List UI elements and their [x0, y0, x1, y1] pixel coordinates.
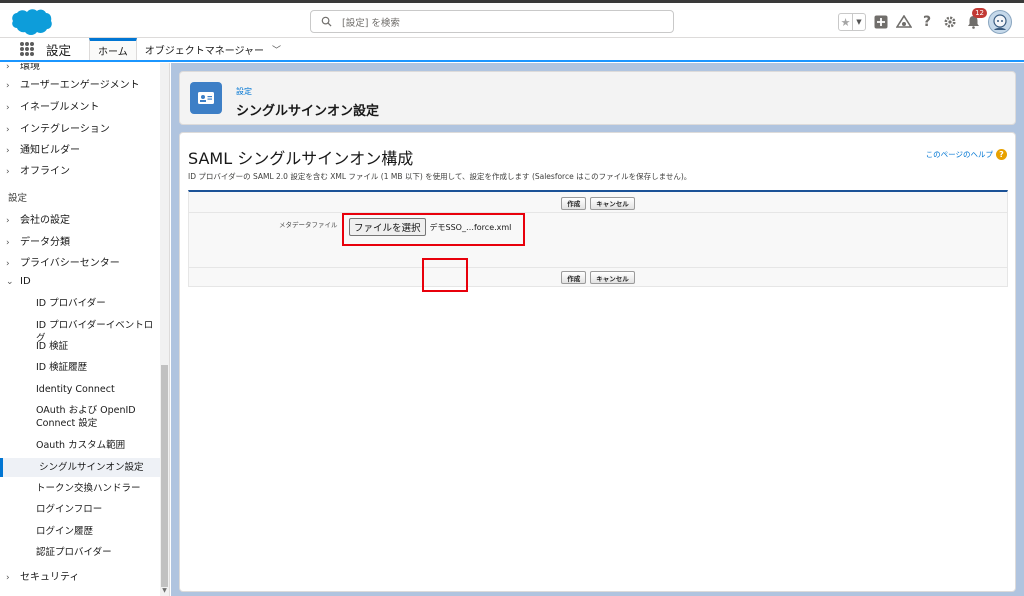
page-title: SAML シングルサインオン構成: [188, 149, 414, 168]
highlight-box-file-input: [342, 213, 525, 246]
top-button-row: 作成 キャンセル: [189, 194, 1007, 213]
cancel-button-bottom[interactable]: キャンセル: [590, 271, 635, 284]
star-icon[interactable]: ★: [839, 14, 852, 30]
main-content-area: 設定 シングルサインオン設定 SAML シングルサインオン構成 このページのヘル…: [171, 63, 1024, 596]
help-link[interactable]: このページのヘルプ ?: [926, 149, 1007, 160]
sidebar-item-auth-providers[interactable]: 認証プロバイダー: [36, 546, 160, 559]
chevron-right-icon: ›: [6, 81, 10, 91]
tab-object-manager[interactable]: オブジェクトマネージャー ﹀: [137, 42, 289, 57]
global-actions-icon[interactable]: [873, 14, 889, 30]
highlight-box-create-button: [422, 258, 468, 292]
app-launcher-icon[interactable]: [20, 42, 34, 56]
help-link-label: このページのヘルプ: [925, 150, 993, 159]
sidebar-item-token-exchange-handlers[interactable]: トークン交換ハンドラー: [36, 482, 160, 495]
search-placeholder: [設定] を検索: [342, 17, 400, 29]
sidebar-item-verification-history[interactable]: ID 検証履歴: [36, 361, 160, 374]
page-description: ID プロバイダーの SAML 2.0 設定を含む XML ファイル (1 MB…: [188, 172, 692, 181]
chevron-right-icon: ›: [6, 216, 10, 226]
sidebar-item-data-classification[interactable]: › データ分類: [0, 233, 160, 248]
page-header: 設定 シングルサインオン設定: [179, 71, 1016, 125]
chevron-right-icon: ›: [6, 259, 10, 269]
chevron-down-icon[interactable]: ﹀: [272, 43, 281, 56]
sidebar-item-user-engagement[interactable]: › ユーザーエンゲージメント: [0, 76, 160, 91]
favorites-button[interactable]: ★ ▼: [838, 13, 866, 31]
app-nav-bar: 設定 ホーム オブジェクトマネージャー ﹀: [0, 38, 1024, 62]
sidebar-item-identity-verification[interactable]: ID 検証: [36, 340, 160, 353]
create-button-bottom[interactable]: 作成: [561, 271, 587, 284]
search-icon: [321, 16, 332, 27]
chevron-right-icon: ›: [6, 63, 10, 72]
chevron-right-icon: ›: [6, 103, 10, 113]
identity-card-icon: [190, 82, 222, 114]
sidebar-item-environments[interactable]: › 環境: [0, 63, 160, 72]
bottom-button-row: 作成 キャンセル: [189, 267, 1007, 286]
page-header-title: シングルサインオン設定: [236, 104, 380, 119]
saml-config-panel: SAML シングルサインオン構成 このページのヘルプ ? ID プロバイダーの …: [179, 132, 1016, 592]
sidebar-item-offline[interactable]: › オフライン: [0, 162, 160, 177]
sidebar-item-privacy-center[interactable]: › プライバシーセンター: [0, 254, 160, 269]
sidebar-item-identity-provider[interactable]: ID プロバイダー: [36, 297, 160, 310]
sidebar-item-login-history[interactable]: ログイン履歴: [36, 525, 160, 538]
page-block: 作成 キャンセル メタデータファイル ファイルを選択 デモSSO_…force.…: [188, 190, 1008, 287]
help-icon: ?: [996, 149, 1007, 160]
chevron-right-icon: ›: [6, 238, 10, 248]
tab-home[interactable]: ホーム: [89, 38, 137, 60]
breadcrumb[interactable]: 設定: [236, 86, 252, 97]
sidebar-item-identity[interactable]: ⌄ ID: [0, 276, 160, 287]
chevron-down-icon[interactable]: ▼: [852, 14, 865, 30]
sidebar-item-security[interactable]: › セキュリティ: [0, 568, 160, 583]
gear-icon[interactable]: [942, 14, 958, 30]
sidebar-item-single-sign-on-settings[interactable]: シングルサインオン設定: [0, 458, 160, 477]
sidebar-item-integrations[interactable]: › インテグレーション: [0, 120, 160, 135]
sidebar-section-settings: 設定: [8, 193, 28, 204]
global-header: [設定] を検索 ★ ▼ ? 12: [0, 0, 1024, 38]
sidebar-item-login-flows[interactable]: ログインフロー: [36, 503, 160, 516]
notifications-bell-icon[interactable]: 12: [965, 8, 987, 30]
tab-object-manager-label: オブジェクトマネージャー: [144, 45, 265, 57]
user-avatar[interactable]: [988, 10, 1012, 34]
chevron-right-icon: ›: [6, 167, 10, 177]
chevron-right-icon: ›: [6, 573, 10, 583]
help-icon[interactable]: ?: [919, 14, 935, 30]
sidebar-item-oauth-custom-scopes[interactable]: Oauth カスタム範囲: [36, 439, 160, 452]
chevron-right-icon: ›: [6, 125, 10, 135]
salesforce-logo[interactable]: [10, 8, 52, 36]
create-button-top[interactable]: 作成: [561, 196, 587, 210]
sidebar-scrollbar-thumb[interactable]: [161, 365, 168, 587]
metadata-file-label: メタデータファイル: [279, 221, 338, 229]
cancel-button-top[interactable]: キャンセル: [590, 196, 635, 210]
chevron-right-icon: ›: [6, 146, 10, 156]
trailhead-icon[interactable]: [896, 14, 912, 30]
scroll-down-arrow-icon[interactable]: ▼: [161, 587, 168, 594]
notification-count-badge: 12: [972, 8, 987, 18]
sidebar-item-identity-connect[interactable]: Identity Connect: [36, 383, 160, 396]
global-search[interactable]: [設定] を検索: [310, 10, 674, 33]
sidebar-item-oauth-openid-settings[interactable]: OAuth および OpenID Connect 設定: [36, 404, 160, 430]
app-name: 設定: [46, 42, 72, 58]
chevron-down-icon: ⌄: [6, 277, 14, 287]
sidebar-item-company-settings[interactable]: › 会社の設定: [0, 211, 160, 226]
setup-sidebar: › 環境 › ユーザーエンゲージメント › イネーブルメント › インテグレーション ›…: [0, 63, 170, 596]
sidebar-item-enablement[interactable]: › イネーブルメント: [0, 98, 160, 113]
sidebar-item-notification-builder[interactable]: › 通知ビルダー: [0, 141, 160, 156]
